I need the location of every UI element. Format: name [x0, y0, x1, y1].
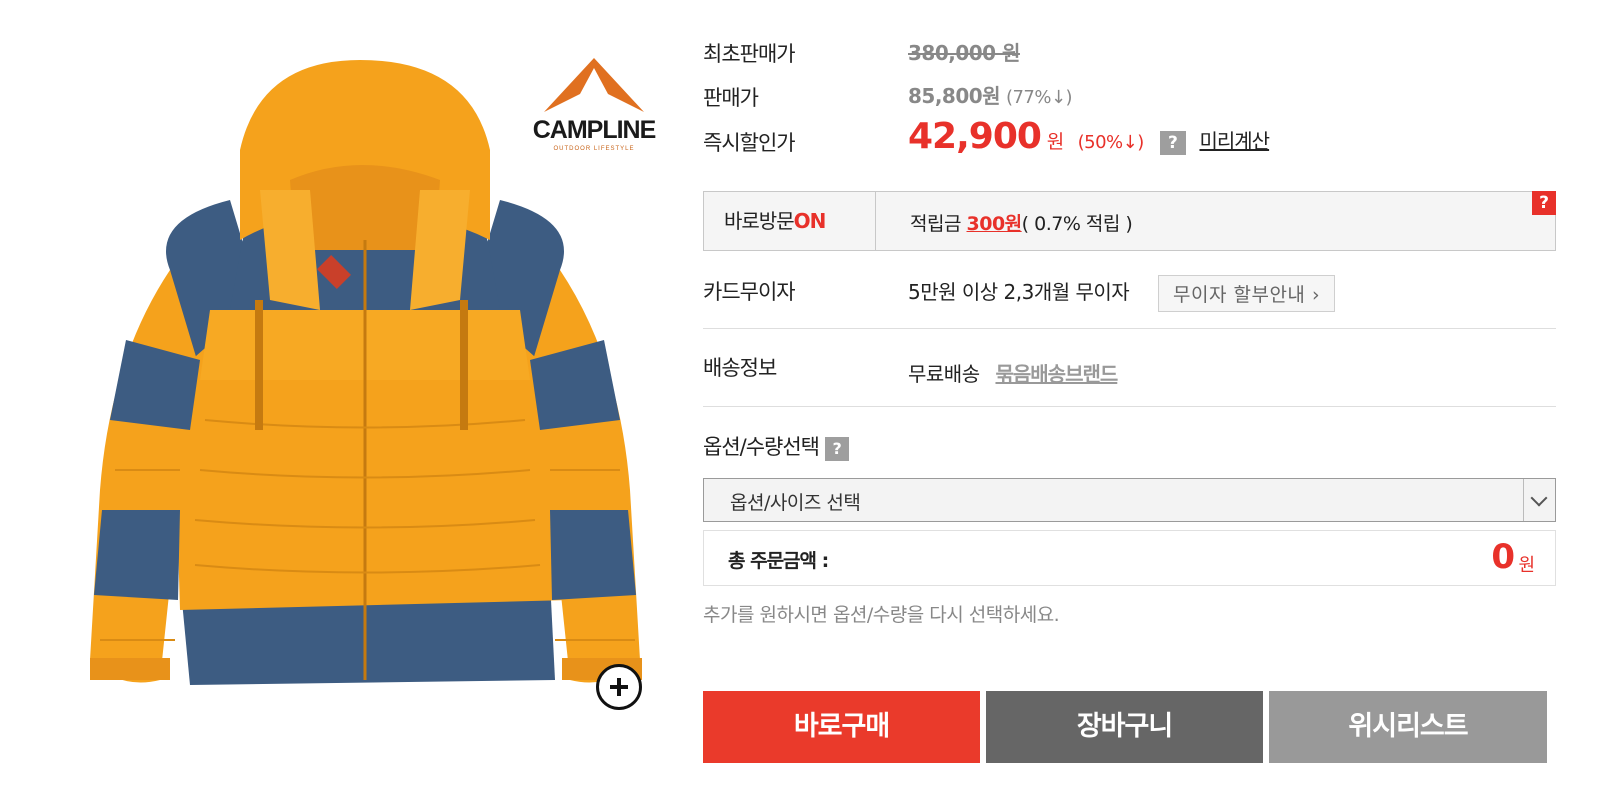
product-image-area: CAMPLINE OUTDOOR LIFESTYLE: [30, 40, 670, 730]
instant-price-value: 42,900: [908, 116, 1042, 157]
option-help-icon[interactable]: ?: [824, 437, 849, 461]
total-label: 총 주문금액 :: [728, 550, 829, 572]
sale-price-row: 85,800원 (77%↓): [908, 80, 1073, 109]
shipping-label: 배송정보: [703, 356, 777, 380]
card-label: 카드무이자: [703, 280, 796, 304]
points-value[interactable]: 300원: [967, 213, 1023, 235]
instant-rate: (50%↓): [1077, 132, 1145, 153]
direct-visit-prefix: 바로방문: [724, 209, 795, 233]
points-info: 적립금 300원( 0.7% 적립 ): [910, 209, 1133, 236]
card-row: 5만원 이상 2,3개월 무이자: [908, 276, 1130, 305]
brand-tagline: OUTDOOR LIFESTYLE: [553, 146, 635, 152]
total-order-box: 총 주문금액 : 0 원: [703, 530, 1556, 586]
divider: [703, 406, 1556, 407]
campline-logo-mark: [544, 58, 644, 112]
card-text: 5만원 이상 2,3개월 무이자: [908, 280, 1130, 304]
reselect-hint: 추가를 원하시면 옵션/수량을 다시 선택하세요.: [703, 604, 1060, 626]
option-select-value: 옵션/사이즈 선택: [730, 492, 861, 514]
points-prefix: 적립금: [910, 213, 961, 235]
direct-visit-label: 바로방문ON: [704, 192, 876, 250]
direct-visit-on: ON: [793, 209, 827, 233]
instant-price-label: 즉시할인가: [703, 131, 796, 155]
chevron-down-icon[interactable]: [1523, 479, 1555, 521]
original-price-value: 380,000 원: [908, 41, 1020, 65]
bundle-shipping-link[interactable]: 묶음배송브랜드: [995, 362, 1118, 386]
wishlist-button[interactable]: 위시리스트: [1269, 691, 1547, 763]
points-suffix: ( 0.7% 적립 ): [1021, 213, 1133, 235]
campline-logo: CAMPLINE OUTDOOR LIFESTYLE: [524, 54, 664, 154]
buy-now-button[interactable]: 바로구매: [703, 691, 980, 763]
original-price-label: 최초판매가: [703, 42, 796, 66]
instant-price-row: 42,900 원 (50%↓) ? 미리계산: [908, 116, 1270, 157]
option-label-row: 옵션/수량선택 ?: [703, 431, 849, 461]
zoom-in-icon[interactable]: [596, 664, 642, 710]
option-label: 옵션/수량선택: [703, 435, 820, 459]
help-icon[interactable]: ?: [1159, 131, 1186, 155]
shipping-row: 무료배송 묶음배송브랜드: [908, 358, 1118, 387]
install-button-wrap: 무이자 할부안내 ›: [1158, 275, 1336, 312]
direct-visit-box: 바로방문ON 적립금 300원( 0.7% 적립 ) ?: [703, 191, 1556, 251]
installment-guide-button[interactable]: 무이자 할부안내 ›: [1158, 275, 1336, 312]
visit-help-icon[interactable]: ?: [1532, 191, 1556, 215]
instant-price-unit: 원: [1046, 131, 1064, 153]
total-amount: 0: [1491, 537, 1515, 577]
sale-price-value: 85,800원: [908, 84, 1001, 108]
product-info-panel: 최초판매가 380,000 원 판매가 85,800원 (77%↓) 즉시할인가…: [703, 0, 1596, 794]
total-unit: 원: [1518, 555, 1535, 576]
option-size-select[interactable]: 옵션/사이즈 선택: [703, 478, 1556, 522]
sale-price-label: 판매가: [703, 86, 759, 110]
sale-rate: (77%↓): [1005, 87, 1073, 108]
add-to-cart-button[interactable]: 장바구니: [986, 691, 1263, 763]
brand-name: CAMPLINE: [532, 116, 657, 144]
divider: [703, 328, 1556, 329]
shipping-text: 무료배송: [908, 362, 980, 386]
preview-calc-link[interactable]: 미리계산: [1199, 129, 1270, 153]
